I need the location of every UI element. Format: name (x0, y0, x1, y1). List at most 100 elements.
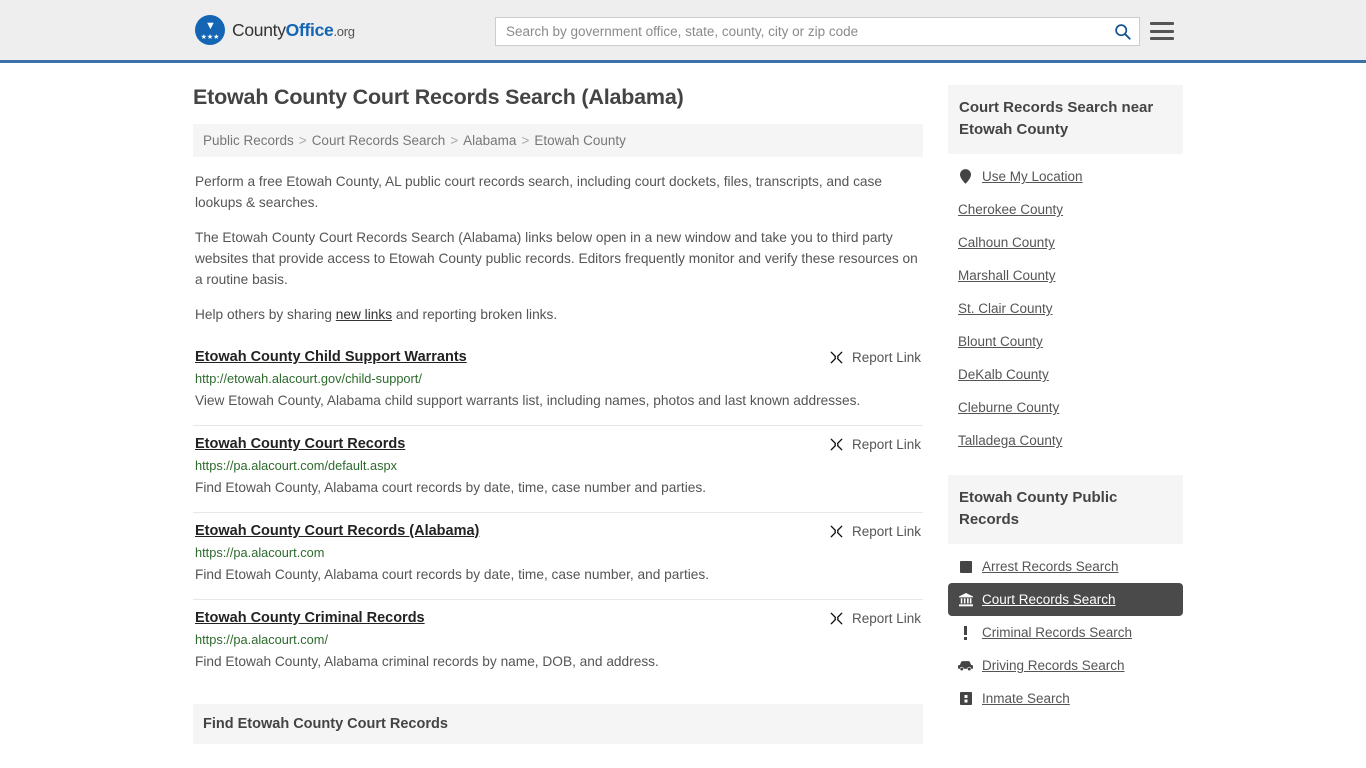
menu-bar-2 (1150, 29, 1174, 33)
logo-text-office: Office (285, 19, 334, 40)
result-item: Etowah County Child Support Warrants Rep… (193, 339, 923, 426)
intro-paragraph-1: Perform a free Etowah County, AL public … (195, 174, 882, 210)
result-header: Etowah County Court Records Report Link (195, 436, 921, 452)
intro-paragraph-2: The Etowah County Court Records Search (… (195, 230, 918, 287)
sidebar-item-label[interactable]: Cherokee County (958, 202, 1063, 217)
sidebar-nearby-list: Use My Location Cherokee County Calhoun … (948, 154, 1183, 457)
page-body: Etowah County Court Records Search (Alab… (0, 63, 1366, 744)
search-bar[interactable] (495, 17, 1140, 46)
sidebar-item-use-my-location[interactable]: Use My Location (948, 160, 1183, 193)
file-square-icon (958, 559, 973, 574)
report-link-button[interactable]: Report Link (829, 610, 921, 626)
prisoner-icon (958, 691, 973, 706)
result-header: Etowah County Court Records (Alabama) Re… (195, 523, 921, 539)
breadcrumb-item-etowah-county[interactable]: Etowah County (534, 133, 626, 148)
breadcrumb-separator: > (521, 133, 530, 148)
sidebar-item-driving-records-search[interactable]: Driving Records Search (948, 649, 1183, 682)
sidebar-item-cherokee-county[interactable]: Cherokee County (948, 193, 1183, 226)
help-suffix: and reporting broken links. (392, 307, 558, 322)
breadcrumb-item-alabama[interactable]: Alabama (463, 133, 516, 148)
result-url[interactable]: https://pa.alacourt.com/default.aspx (195, 458, 921, 473)
result-item: Etowah County Court Records (Alabama) Re… (193, 513, 923, 600)
breadcrumb-separator: > (450, 133, 459, 148)
menu-bar-1 (1150, 22, 1174, 25)
sidebar-item-label[interactable]: Court Records Search (982, 592, 1116, 607)
eagle-seal-icon: ▼ ★★★ (195, 15, 225, 45)
sidebar-item-label[interactable]: Talladega County (958, 433, 1062, 448)
site-header: ▼ ★★★ CountyOffice.org (0, 0, 1366, 63)
search-icon (1114, 24, 1131, 40)
result-item: Etowah County Court Records Report Link … (193, 426, 923, 513)
sidebar-item-criminal-records-search[interactable]: Criminal Records Search (948, 616, 1183, 649)
sidebar-nearby-heading: Court Records Search near Etowah County (948, 85, 1183, 154)
exclamation-icon (958, 625, 973, 640)
result-item: Etowah County Criminal Records Report Li… (193, 600, 923, 686)
result-header: Etowah County Child Support Warrants Rep… (195, 349, 921, 365)
breadcrumb-separator: > (298, 133, 307, 148)
sidebar-item-inmate-search[interactable]: Inmate Search (948, 682, 1183, 715)
result-url[interactable]: https://pa.alacourt.com (195, 545, 921, 560)
content-container: Etowah County Court Records Search (Alab… (193, 85, 1183, 744)
broken-link-icon (830, 612, 843, 625)
breadcrumb: Public Records > Court Records Search > Alab… (193, 124, 923, 157)
sidebar-item-cleburne-county[interactable]: Cleburne County (948, 391, 1183, 424)
result-url[interactable]: http://etowah.alacourt.gov/child-support… (195, 371, 921, 386)
sidebar-item-label[interactable]: Cleburne County (958, 400, 1059, 415)
sidebar-item-label[interactable]: St. Clair County (958, 301, 1053, 316)
find-records-section-header: Find Etowah County Court Records (193, 704, 923, 744)
main-column: Etowah County Court Records Search (Alab… (193, 85, 923, 744)
sidebar-item-dekalb-county[interactable]: DeKalb County (948, 358, 1183, 391)
result-description: Find Etowah County, Alabama criminal rec… (195, 654, 659, 669)
intro-text: Perform a free Etowah County, AL public … (193, 171, 923, 325)
sidebar-public-records-heading: Etowah County Public Records (948, 475, 1183, 544)
result-title-link[interactable]: Etowah County Criminal Records (195, 610, 425, 626)
report-link-label: Report Link (851, 437, 921, 452)
result-title-link[interactable]: Etowah County Child Support Warrants (195, 349, 467, 365)
result-header: Etowah County Criminal Records Report Li… (195, 610, 921, 626)
sidebar-public-records-list: Arrest Records Search Court Records Sear… (948, 544, 1183, 715)
sidebar-item-marshall-county[interactable]: Marshall County (948, 259, 1183, 292)
broken-link-icon (830, 438, 843, 451)
result-title-link[interactable]: Etowah County Court Records (Alabama) (195, 523, 479, 539)
sidebar-item-arrest-records-search[interactable]: Arrest Records Search (948, 550, 1183, 583)
report-link-button[interactable]: Report Link (829, 349, 921, 365)
breadcrumb-item-court-records-search[interactable]: Court Records Search (312, 133, 446, 148)
sidebar-item-st-clair-county[interactable]: St. Clair County (948, 292, 1183, 325)
site-logo[interactable]: ▼ ★★★ CountyOffice.org (195, 15, 355, 45)
sidebar-item-court-records-search[interactable]: Court Records Search (948, 583, 1183, 616)
courthouse-icon (958, 592, 973, 607)
breadcrumb-item-public-records[interactable]: Public Records (203, 133, 294, 148)
broken-link-icon (830, 525, 843, 538)
sidebar-item-label[interactable]: Use My Location (982, 169, 1083, 184)
report-link-button[interactable]: Report Link (829, 436, 921, 452)
sidebar-item-calhoun-county[interactable]: Calhoun County (948, 226, 1183, 259)
report-link-button[interactable]: Report Link (829, 523, 921, 539)
car-icon (958, 658, 973, 673)
map-pin-icon (958, 169, 973, 184)
logo-text: CountyOffice.org (232, 20, 355, 41)
new-links-link[interactable]: new links (336, 307, 392, 322)
logo-text-county: County (232, 19, 286, 40)
sidebar-item-label[interactable]: Driving Records Search (982, 658, 1125, 673)
result-description: Find Etowah County, Alabama court record… (195, 567, 710, 582)
results-list: Etowah County Child Support Warrants Rep… (193, 339, 923, 686)
broken-link-icon (830, 351, 843, 364)
sidebar-item-label[interactable]: Arrest Records Search (982, 559, 1119, 574)
sidebar-item-label[interactable]: Inmate Search (982, 691, 1070, 706)
sidebar-item-label[interactable]: Criminal Records Search (982, 625, 1132, 640)
search-input[interactable] (496, 18, 1105, 45)
sidebar-item-label[interactable]: Calhoun County (958, 235, 1055, 250)
result-title-link[interactable]: Etowah County Court Records (195, 436, 405, 452)
report-link-label: Report Link (851, 524, 921, 539)
result-description: View Etowah County, Alabama child suppor… (195, 393, 861, 408)
sidebar-item-label[interactable]: Blount County (958, 334, 1043, 349)
sidebar-item-label[interactable]: DeKalb County (958, 367, 1049, 382)
hamburger-menu-icon[interactable] (1150, 19, 1174, 43)
sidebar-item-label[interactable]: Marshall County (958, 268, 1056, 283)
sidebar-item-talladega-county[interactable]: Talladega County (948, 424, 1183, 457)
search-button[interactable] (1105, 18, 1139, 45)
result-description: Find Etowah County, Alabama court record… (195, 480, 707, 495)
result-url[interactable]: https://pa.alacourt.com/ (195, 632, 921, 647)
sidebar-item-blount-county[interactable]: Blount County (948, 325, 1183, 358)
menu-bar-3 (1150, 37, 1174, 40)
